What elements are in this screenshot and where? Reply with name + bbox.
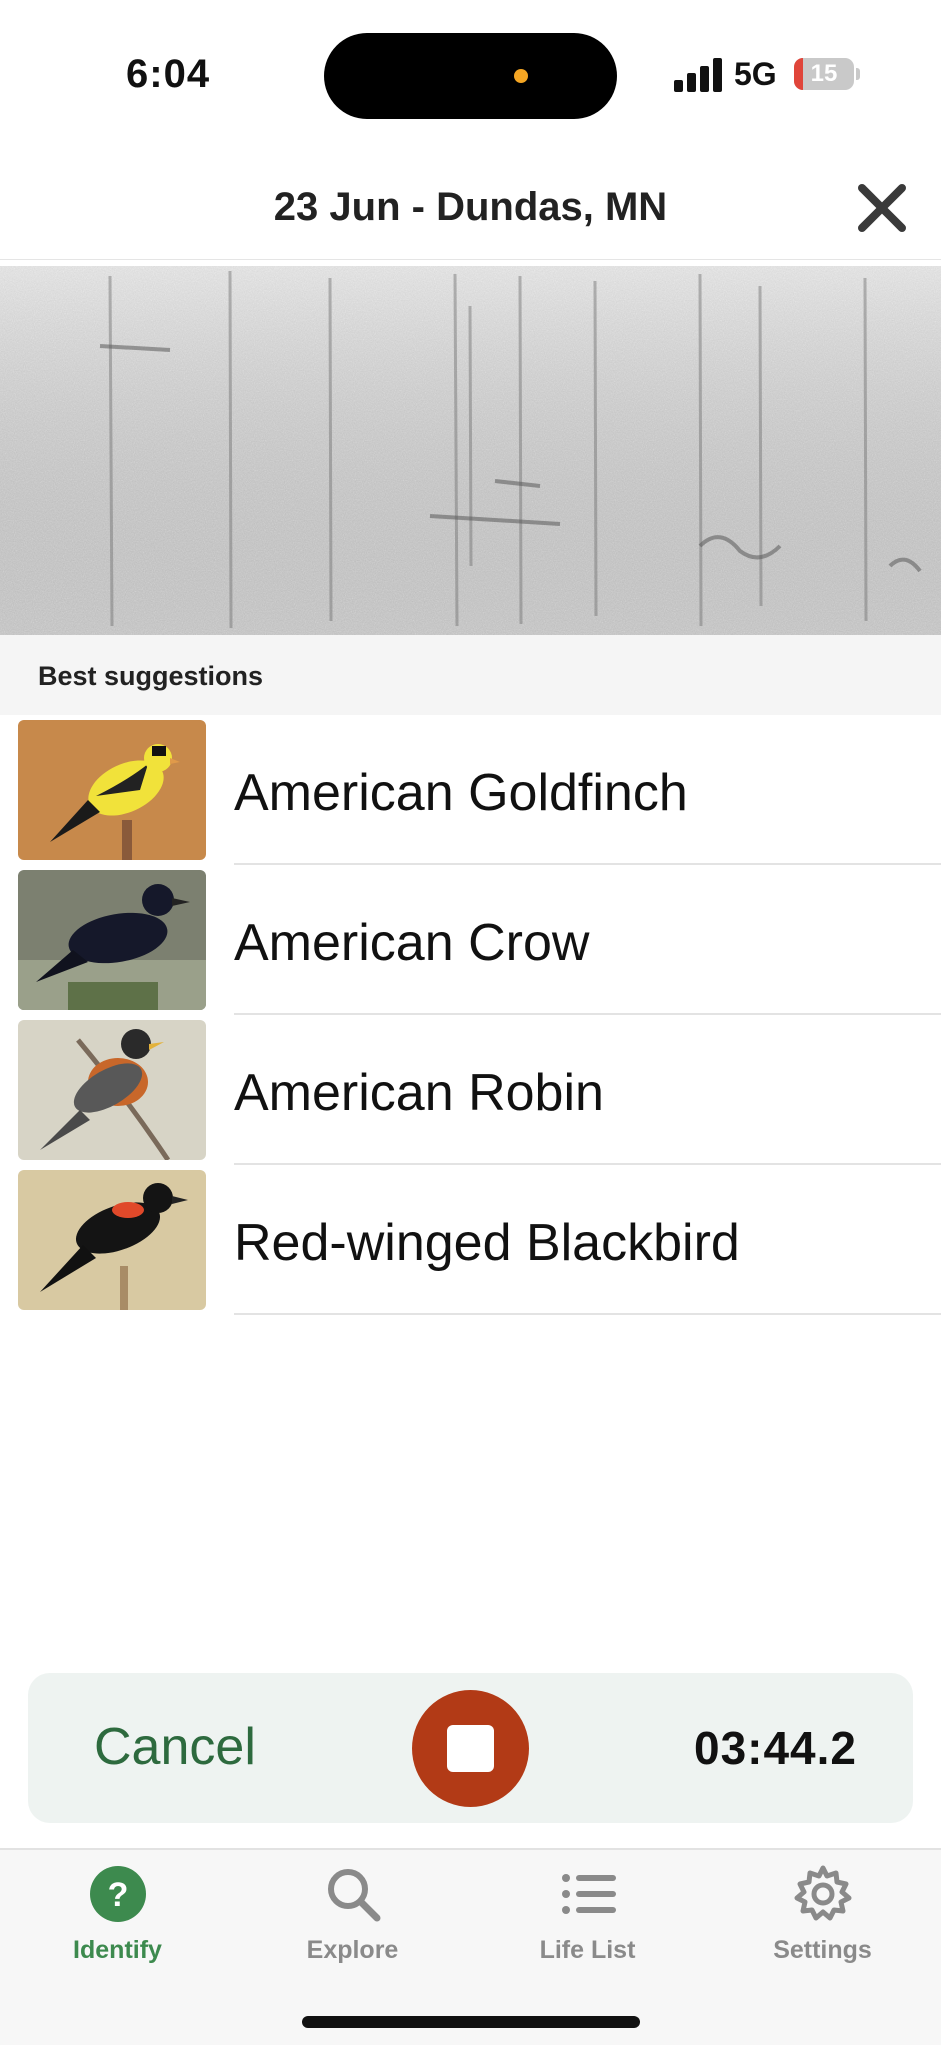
suggestion-row-american-goldfinch[interactable]: American Goldfinch	[0, 715, 941, 865]
row-divider	[234, 1313, 941, 1315]
bird-name: American Robin	[234, 1064, 604, 1122]
status-time: 6:04	[126, 52, 211, 96]
recording-controls: Cancel 03:44.2	[28, 1673, 913, 1823]
section-title: Best suggestions	[38, 661, 264, 691]
suggestions-header: Best suggestions	[0, 635, 941, 715]
robin-photo	[18, 1020, 206, 1160]
bird-name: American Crow	[234, 914, 590, 972]
bird-name: Red-winged Blackbird	[234, 1214, 740, 1272]
stop-recording-button[interactable]	[412, 1690, 529, 1807]
list-icon	[562, 1874, 616, 1914]
suggestion-row-american-crow[interactable]: American Crow	[0, 865, 941, 1015]
tab-label: Identify	[73, 1936, 162, 1964]
svg-text:?: ?	[108, 1876, 129, 1914]
goldfinch-photo	[18, 720, 206, 860]
suggestion-row-red-winged-blackbird[interactable]: Red-winged Blackbird	[0, 1165, 941, 1315]
crow-photo	[18, 870, 206, 1010]
tab-label: Life List	[539, 1936, 636, 1964]
tab-label: Explore	[306, 1936, 399, 1964]
recording-timer: 03:44.2	[693, 1722, 857, 1774]
home-indicator[interactable]	[302, 2016, 640, 2028]
privacy-indicator-dot	[514, 69, 528, 83]
search-icon	[328, 1869, 381, 1922]
close-icon[interactable]	[854, 180, 910, 236]
tab-explore[interactable]: Explore	[235, 1850, 470, 1990]
tab-identify[interactable]: ? Identify	[0, 1850, 235, 1990]
page-title: 23 Jun - Dundas, MN	[273, 185, 668, 229]
tab-label: Settings	[773, 1936, 872, 1964]
suggestion-row-american-robin[interactable]: American Robin	[0, 1015, 941, 1165]
bird-name: American Goldfinch	[234, 764, 688, 822]
stop-icon	[447, 1725, 494, 1772]
battery-icon: 15	[794, 58, 854, 90]
spectrogram	[0, 266, 941, 635]
red-winged-blackbird-photo	[18, 1170, 206, 1310]
network-type: 5G	[734, 56, 777, 92]
cellular-signal-icon	[674, 58, 722, 92]
tab-life-list[interactable]: Life List	[470, 1850, 705, 1990]
tab-settings[interactable]: Settings	[705, 1850, 940, 1990]
gear-icon	[794, 1865, 852, 1921]
cancel-button[interactable]: Cancel	[94, 1717, 256, 1777]
dynamic-island	[324, 33, 617, 119]
status-bar: 6:04 5G 15	[0, 0, 941, 150]
question-circle-icon: ?	[90, 1866, 146, 1922]
recording-header: 23 Jun - Dundas, MN	[0, 155, 941, 260]
battery-nub	[856, 68, 860, 80]
battery-level: 15	[810, 60, 838, 87]
